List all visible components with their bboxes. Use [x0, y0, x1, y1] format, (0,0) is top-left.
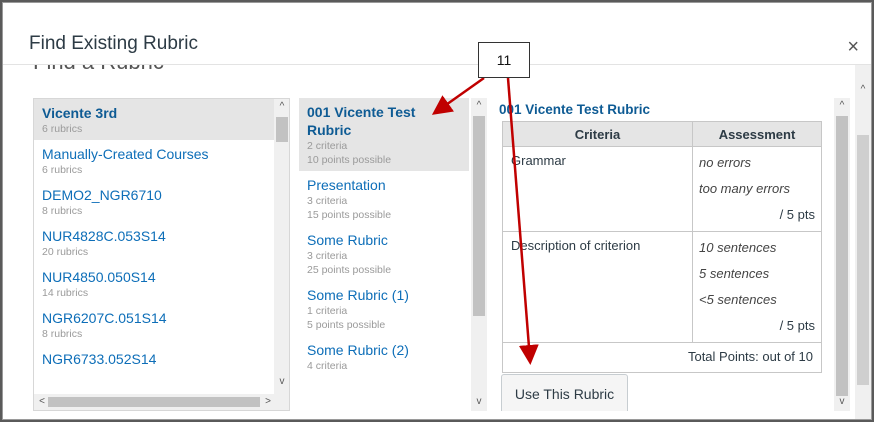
course-name: NUR4828C.053S14 — [42, 228, 166, 244]
rubric-item[interactable]: Some Rubric (2) 4 criteria — [299, 336, 469, 377]
scrollbar-thumb[interactable] — [276, 117, 288, 142]
scrollbar-thumb[interactable] — [857, 135, 869, 385]
rubric-item[interactable]: Presentation 3 criteria 15 points possible — [299, 171, 469, 226]
rating-description: <5 sentences — [699, 292, 777, 307]
assessment-cell: no errors too many errors / 5 pts — [692, 146, 822, 232]
scrollbar-thumb[interactable] — [836, 116, 848, 396]
scroll-down-icon[interactable]: v — [274, 375, 289, 389]
course-name: Manually-Created Courses — [42, 146, 209, 162]
find-rubric-dialog: Find Existing Rubric × Find a Rubric Vic… — [2, 2, 872, 420]
criteria-count: 4 criteria — [307, 360, 348, 372]
criterion-points: / 5 pts — [779, 318, 815, 333]
criteria-header: Criteria — [502, 121, 693, 147]
rating-description: too many errors — [699, 181, 791, 196]
course-list-horizontal-scrollbar[interactable]: < > — [34, 394, 275, 410]
scrollbar-thumb[interactable] — [473, 116, 485, 316]
course-item[interactable]: NGR6207C.051S14 8 rubrics — [34, 304, 289, 345]
scroll-right-icon[interactable]: > — [260, 395, 276, 409]
course-name: NUR4850.050S14 — [42, 269, 156, 285]
rating-description: no errors — [699, 155, 752, 170]
course-item[interactable]: NGR6733.052S14 — [34, 345, 289, 372]
criteria-count: 2 criteria — [307, 140, 348, 152]
rubric-name: 001 Vicente Test Rubric — [307, 104, 416, 138]
course-item[interactable]: Vicente 3rd 6 rubrics — [34, 99, 289, 140]
scroll-down-icon[interactable]: v — [471, 395, 487, 409]
rubric-item[interactable]: Some Rubric 3 criteria 25 points possible — [299, 226, 469, 281]
points-possible: 25 points possible — [307, 264, 392, 276]
course-item[interactable]: NUR4850.050S14 14 rubrics — [34, 263, 289, 304]
rubric-name: Some Rubric — [307, 232, 388, 248]
rubric-count: 6 rubrics — [42, 123, 83, 135]
rubric-preview-pane[interactable]: 001 Vicente Test Rubric Criteria Assessm… — [494, 98, 850, 411]
rubric-count: 6 rubrics — [42, 164, 83, 176]
points-possible: 15 points possible — [307, 209, 392, 221]
use-this-rubric-button[interactable]: Use This Rubric — [501, 374, 628, 411]
rubric-count: 14 rubrics — [42, 287, 89, 299]
rubric-name: Some Rubric (1) — [307, 287, 409, 303]
scroll-up-icon[interactable]: ^ — [274, 100, 289, 114]
total-points: Total Points: out of 10 — [502, 342, 822, 373]
rubric-name: Presentation — [307, 177, 386, 193]
dialog-header: Find Existing Rubric × — [3, 3, 871, 65]
course-list: Vicente 3rd 6 rubrics Manually-Created Cou… — [34, 99, 289, 372]
course-list-pane[interactable]: Vicente 3rd 6 rubrics Manually-Created Cou… — [33, 98, 290, 411]
criteria-count: 1 criteria — [307, 305, 348, 317]
preview-vertical-scrollbar[interactable]: ^ v — [834, 98, 850, 411]
criterion-row: Description of criterion 10 sentences 5 se… — [502, 231, 822, 343]
criteria-count: 3 criteria — [307, 195, 348, 207]
rubric-list: 001 Vicente Test Rubric 2 criteria 10 poin… — [299, 98, 469, 377]
scroll-up-icon[interactable]: ^ — [855, 83, 871, 97]
criterion-description: Grammar — [502, 146, 693, 232]
rubric-list-vertical-scrollbar[interactable]: ^ v — [471, 98, 487, 411]
dialog-vertical-scrollbar[interactable]: ^ — [855, 65, 871, 419]
criterion-row: Grammar no errors too many errors / 5 pts — [502, 146, 822, 232]
assessment-cell: 10 sentences 5 sentences <5 sentences/ 5 p… — [692, 231, 822, 343]
points-possible: 5 points possible — [307, 319, 386, 331]
course-item[interactable]: DEMO2_NGR6710 8 rubrics — [34, 181, 289, 222]
dialog-title: Find Existing Rubric — [29, 33, 198, 54]
scrollbar-thumb[interactable] — [48, 397, 260, 407]
rating-description: 10 sentences — [699, 240, 777, 255]
rubric-item[interactable]: 001 Vicente Test Rubric 2 criteria 10 poin… — [299, 98, 469, 171]
criteria-count: 3 criteria — [307, 250, 348, 262]
criterion-points: / 5 pts — [779, 207, 815, 222]
course-list-vertical-scrollbar[interactable]: ^ v — [274, 99, 289, 410]
course-name: NGR6733.052S14 — [42, 351, 157, 367]
rubric-count: 20 rubrics — [42, 246, 89, 258]
scroll-up-icon[interactable]: ^ — [834, 99, 850, 113]
close-icon[interactable]: × — [847, 37, 859, 57]
course-name: DEMO2_NGR6710 — [42, 187, 162, 203]
rubric-list-pane[interactable]: 001 Vicente Test Rubric 2 criteria 10 poin… — [299, 98, 487, 411]
course-name: Vicente 3rd — [42, 105, 118, 121]
annotation-callout: 11 — [478, 42, 530, 78]
rubric-name: Some Rubric (2) — [307, 342, 409, 358]
rubric-table: Criteria Assessment Grammar no errors too … — [502, 121, 822, 373]
criterion-description: Description of criterion — [502, 231, 693, 343]
scroll-down-icon[interactable]: v — [834, 395, 850, 409]
points-possible: 10 points possible — [307, 154, 392, 166]
course-item[interactable]: NUR4828C.053S14 20 rubrics — [34, 222, 289, 263]
rating-description: 5 sentences — [699, 266, 770, 281]
assessment-header: Assessment — [692, 121, 822, 147]
rubric-item[interactable]: Some Rubric (1) 1 criteria 5 points possib… — [299, 281, 469, 336]
total-row: Total Points: out of 10 — [502, 342, 822, 373]
scroll-up-icon[interactable]: ^ — [471, 99, 487, 113]
rubric-preview-title: 001 Vicente Test Rubric — [499, 102, 651, 117]
course-item[interactable]: Manually-Created Courses 6 rubrics — [34, 140, 289, 181]
rubric-count: 8 rubrics — [42, 205, 83, 217]
rubric-count: 8 rubrics — [42, 328, 83, 340]
course-name: NGR6207C.051S14 — [42, 310, 167, 326]
